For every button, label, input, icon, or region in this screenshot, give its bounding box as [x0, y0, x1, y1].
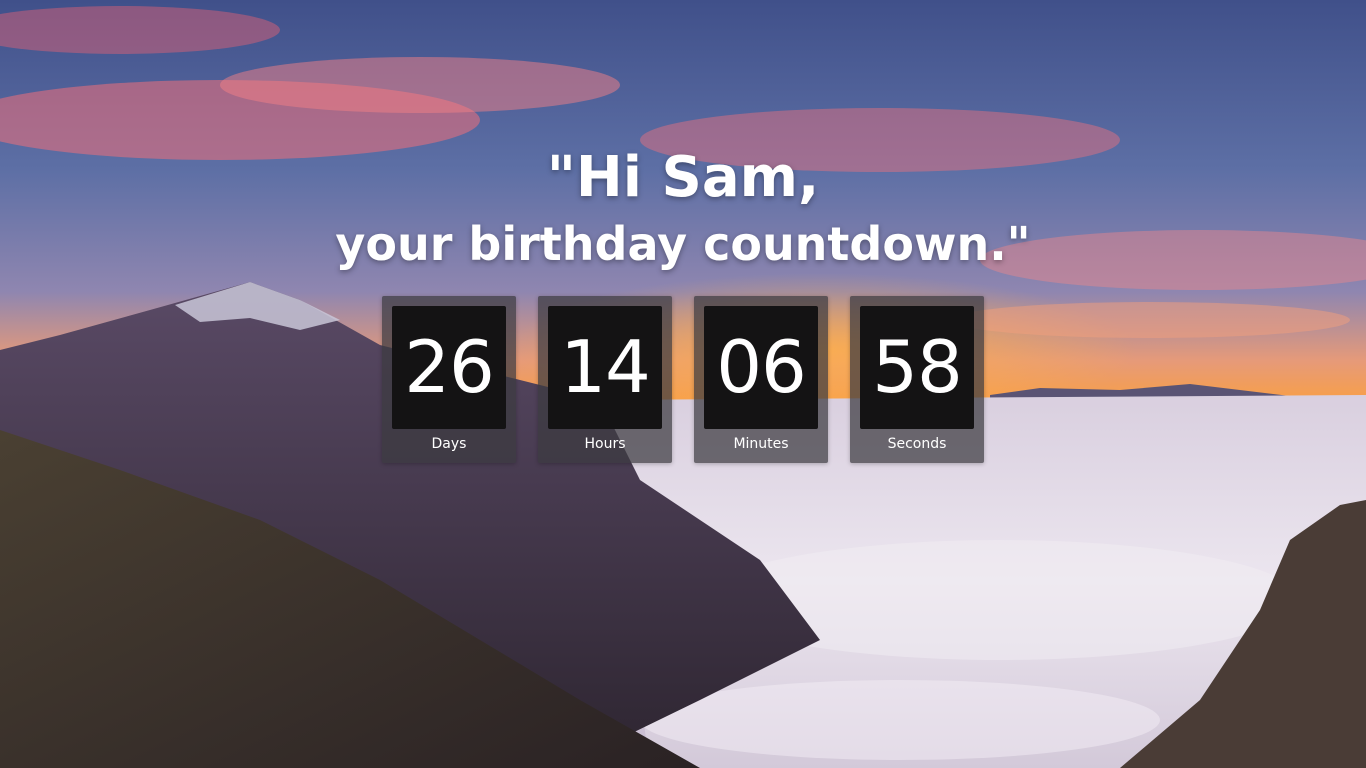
seconds-label: Seconds: [887, 436, 947, 452]
countdown-seconds: 58 Seconds: [850, 296, 984, 463]
minutes-label: Minutes: [733, 436, 789, 452]
countdown-days: 26 Days: [382, 296, 516, 463]
countdown-headline: "Hi Sam, your birthday countdown.": [0, 143, 1366, 275]
seconds-value: 58: [860, 306, 974, 429]
greeting-line-2: your birthday countdown.": [335, 217, 1031, 271]
countdown-minutes: 06 Minutes: [694, 296, 828, 463]
days-value: 26: [392, 306, 506, 429]
countdown-timer: 26 Days 14 Hours 06 Minutes 58 Seconds: [382, 296, 984, 463]
minutes-value: 06: [704, 306, 818, 429]
hours-value: 14: [548, 306, 662, 429]
countdown-hours: 14 Hours: [538, 296, 672, 463]
days-label: Days: [431, 436, 467, 452]
greeting-line-1: "Hi Sam,: [546, 145, 820, 210]
hours-label: Hours: [584, 436, 626, 452]
